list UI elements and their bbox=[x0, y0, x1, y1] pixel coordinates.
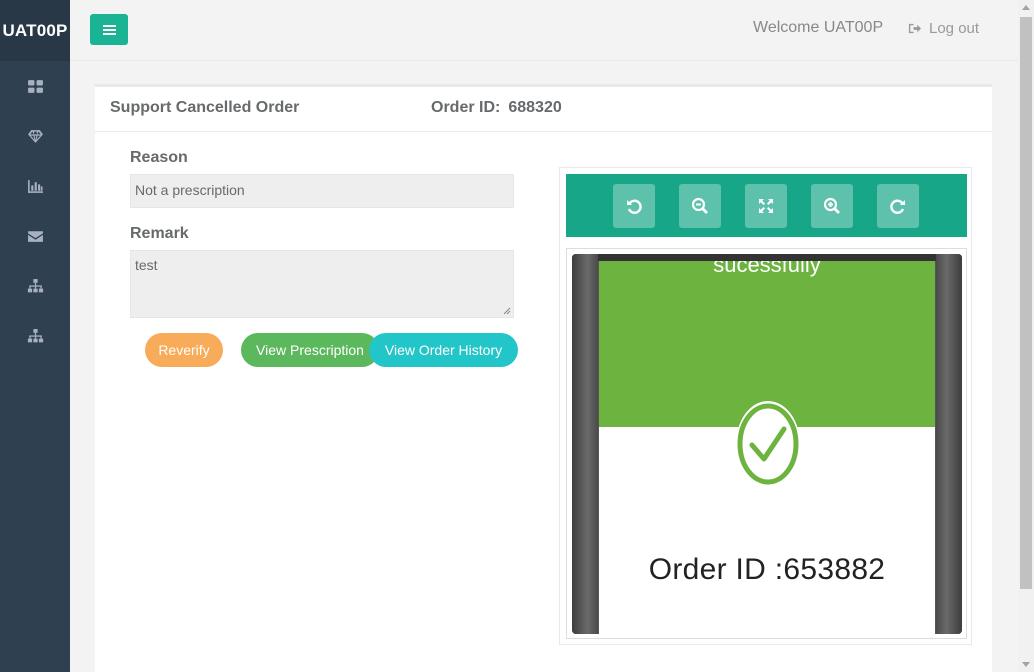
sidebar-item-mail[interactable] bbox=[0, 211, 70, 261]
brand-name: UAT00P bbox=[2, 20, 68, 40]
order-id-label: Order ID: bbox=[431, 99, 501, 116]
sidebar-item-hierarchy-1[interactable] bbox=[0, 261, 70, 311]
brand[interactable]: UAT00P bbox=[0, 0, 70, 61]
envelope-icon bbox=[27, 230, 43, 242]
rotate-left-icon bbox=[627, 199, 642, 214]
scroll-up-arrow-icon[interactable] bbox=[1022, 5, 1030, 10]
prescription-image-frame: sucessfully Order ID :653882 bbox=[566, 248, 967, 639]
logout-label: Log out bbox=[929, 20, 980, 37]
sitemap-icon bbox=[27, 278, 43, 292]
fit-screen-icon bbox=[759, 199, 773, 213]
order-id-value: 688320 bbox=[508, 99, 562, 116]
bar-chart-icon bbox=[27, 179, 43, 193]
rotate-left-button[interactable] bbox=[613, 184, 655, 228]
diamond-icon bbox=[27, 129, 43, 143]
sign-out-icon bbox=[908, 23, 921, 34]
phone-frame-top bbox=[572, 254, 962, 261]
zoom-out-button[interactable] bbox=[679, 184, 721, 228]
panel-header: Support Cancelled Order Order ID: 688320 bbox=[95, 87, 992, 132]
zoom-out-icon bbox=[691, 197, 708, 214]
sidebar-item-charts[interactable] bbox=[0, 161, 70, 211]
order-id: Order ID: 688320 bbox=[431, 99, 562, 117]
top-navbar: Welcome UAT00P Log out bbox=[70, 0, 1018, 61]
remark-textarea[interactable]: test bbox=[130, 250, 514, 318]
phone-screen: sucessfully Order ID :653882 bbox=[599, 261, 935, 634]
sidebar-item-hierarchy-2[interactable] bbox=[0, 311, 70, 361]
remark-label: Remark bbox=[130, 225, 189, 242]
rotate-right-icon bbox=[890, 199, 905, 214]
logout-link[interactable]: Log out bbox=[908, 20, 979, 37]
zoom-in-icon bbox=[823, 197, 840, 214]
view-prescription-button[interactable]: View Prescription bbox=[241, 333, 379, 367]
success-check bbox=[736, 401, 800, 487]
scroll-down-arrow-icon[interactable] bbox=[1022, 662, 1030, 667]
prescription-image[interactable]: sucessfully Order ID :653882 bbox=[572, 254, 962, 634]
remark-value: test bbox=[135, 257, 158, 273]
sidebar-item-diamond[interactable] bbox=[0, 111, 70, 161]
zoom-in-button[interactable] bbox=[811, 184, 853, 228]
menu-toggle-button[interactable] bbox=[90, 14, 128, 45]
image-viewer: sucessfully Order ID :653882 bbox=[559, 167, 972, 645]
reverify-button[interactable]: Reverify bbox=[145, 333, 223, 367]
phone-frame-right bbox=[936, 254, 962, 634]
sidebar: UAT00P bbox=[0, 0, 70, 672]
viewer-toolbar bbox=[566, 174, 967, 237]
sitemap-icon bbox=[27, 328, 43, 342]
hamburger-icon bbox=[102, 24, 116, 35]
success-banner-text: sucessfully bbox=[713, 261, 821, 277]
reason-label: Reason bbox=[130, 149, 188, 166]
scrollbar-thumb[interactable] bbox=[1020, 17, 1032, 589]
fit-to-screen-button[interactable] bbox=[745, 184, 787, 228]
resize-handle-icon[interactable] bbox=[503, 307, 511, 315]
sidebar-item-dashboard[interactable] bbox=[0, 61, 70, 111]
dashboard-icon bbox=[27, 79, 43, 93]
page-scrollbar[interactable] bbox=[1018, 0, 1034, 672]
welcome-message: Welcome UAT00P bbox=[753, 19, 884, 36]
image-order-id: Order ID :653882 bbox=[648, 553, 886, 586]
reason-field[interactable]: Not a prescription bbox=[130, 174, 514, 208]
view-order-history-button[interactable]: View Order History bbox=[369, 333, 518, 367]
page-title: Support Cancelled Order bbox=[110, 99, 300, 116]
phone-frame-left bbox=[572, 254, 598, 634]
checkmark-icon bbox=[737, 403, 799, 485]
rotate-right-button[interactable] bbox=[877, 184, 919, 228]
